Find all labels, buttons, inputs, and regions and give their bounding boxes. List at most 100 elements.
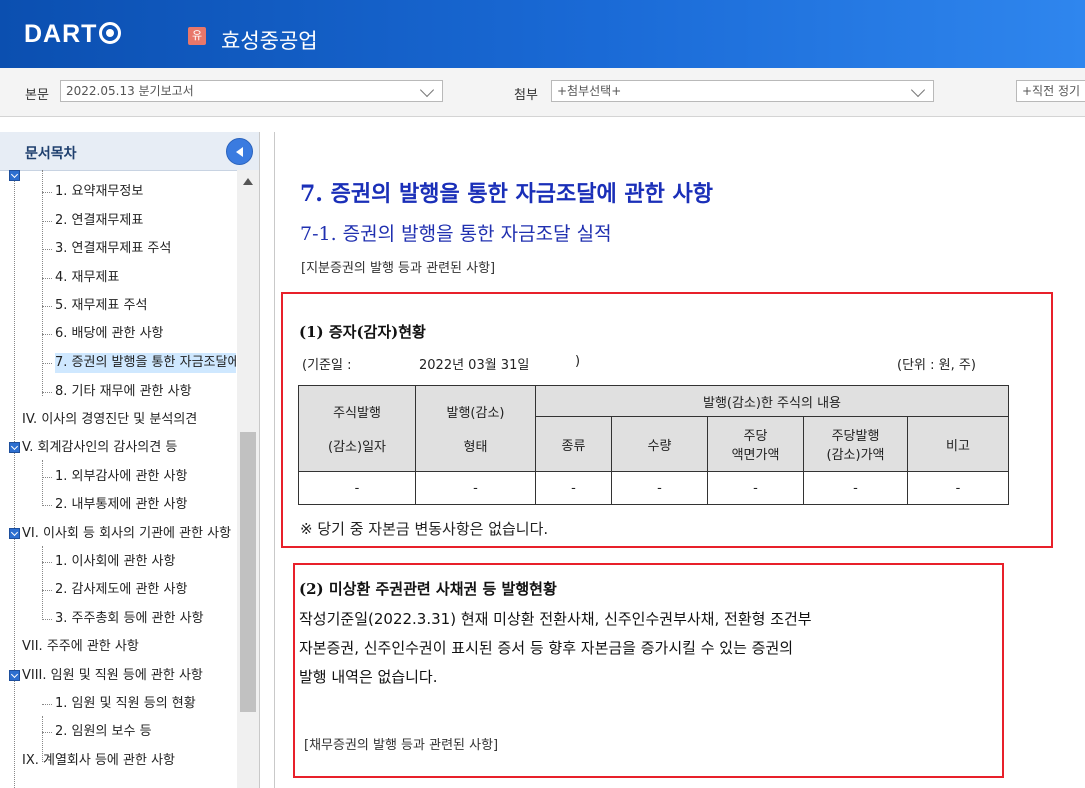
table-cell: - xyxy=(707,471,804,505)
table-cell: - xyxy=(535,471,612,505)
chevron-down-icon xyxy=(910,82,926,98)
chevron-down-icon xyxy=(419,82,435,98)
attachment-label: 첨부 xyxy=(514,88,538,103)
table-row: - - - - - - - xyxy=(298,471,1009,505)
toc-item[interactable]: 3. 연결재무제표 주석 xyxy=(55,239,171,259)
toc-item[interactable]: 6. 배당에 관한 사항 xyxy=(55,324,164,344)
capital-change-title: (1) 증자(감자)현황 xyxy=(299,323,426,341)
toc-item[interactable]: 5. 재무제표 주석 xyxy=(55,296,147,316)
scrollbar-thumb[interactable] xyxy=(240,432,256,712)
main-doc-select[interactable]: 2022.05.13 분기보고서 xyxy=(60,80,443,102)
attachment-select-value: +첨부선택+ xyxy=(557,84,622,98)
convertible-bonds-title: (2) 미상환 주권관련 사채권 등 발행현황 xyxy=(299,580,557,598)
tree-connector xyxy=(42,562,52,563)
toc-item[interactable]: VII. 주주에 관한 사항 xyxy=(22,637,139,657)
capital-change-table: 주식발행 (감소)일자 발행(감소) 형태 발행(감소)한 주식의 내용 종류 수량… xyxy=(298,385,1009,505)
tree-connector xyxy=(42,704,52,705)
table-cell: - xyxy=(803,471,908,505)
col-header-par: 주당 액면가액 xyxy=(707,416,804,472)
tree-connector xyxy=(42,590,52,591)
tree-connector xyxy=(42,732,52,733)
toc-tree: 1. 요약재무정보 2. 연결재무제표 3. 연결재무제표 주석 4. 재무제표… xyxy=(0,170,236,788)
text-line: 발행 내역은 없습니다. xyxy=(299,668,438,686)
tree-connector xyxy=(42,278,52,279)
tree-connector xyxy=(42,221,52,222)
col-header-group: 발행(감소)한 주식의 내용 xyxy=(535,385,1009,417)
tree-connector xyxy=(42,363,52,364)
tree-expand-toggle[interactable] xyxy=(9,670,20,681)
toc-item[interactable]: 8. 기타 재무에 관한 사항 xyxy=(55,382,192,402)
unit-label: (단위 : 원, 주) xyxy=(897,358,976,373)
toc-item-selected[interactable]: 7. 증권의 발행을 통한 자금조달에 관한 사항 xyxy=(55,353,236,373)
col-header-kind: 종류 xyxy=(535,416,612,472)
table-cell: - xyxy=(907,471,1009,505)
dart-logo[interactable]: DART xyxy=(24,20,122,49)
scroll-up-arrow-icon[interactable] xyxy=(243,178,253,185)
base-date-close: ) xyxy=(575,354,581,369)
tree-expand-toggle[interactable] xyxy=(9,442,20,453)
col-header-qty: 수량 xyxy=(611,416,708,472)
tree-connector xyxy=(42,619,52,620)
toc-item[interactable]: IV. 이사의 경영진단 및 분석의견 xyxy=(22,410,236,430)
top-banner: DART 유 효성중공업 xyxy=(0,0,1085,68)
dart-logo-icon xyxy=(99,22,122,44)
toc-item[interactable]: 1. 임원 및 직원 등의 현황 xyxy=(55,694,196,714)
tree-expand-toggle[interactable] xyxy=(9,170,20,181)
toc-item[interactable]: IX. 계열회사 등에 관한 사항 xyxy=(22,751,175,771)
toc-item[interactable]: V. 회계감사인의 감사의견 등 xyxy=(22,438,177,458)
base-date-label: (기준일 : xyxy=(302,358,352,373)
collapse-sidebar-button[interactable] xyxy=(226,138,253,165)
table-of-contents-panel: 문서목차 1. 요약재무정보 2. 연결재무제표 3. 연결재무제표 주석 4.… xyxy=(0,132,260,788)
tree-connector xyxy=(42,505,52,506)
tree-connector xyxy=(42,192,52,193)
table-cell: - xyxy=(298,471,416,505)
toc-item[interactable]: 2. 임원의 보수 등 xyxy=(55,722,152,742)
toc-item[interactable]: 2. 내부통제에 관한 사항 xyxy=(55,495,187,515)
convertible-bonds-text: 작성기준일(2022.3.31) 현재 미상환 전환사채, 신주인수권부사채, … xyxy=(299,605,812,692)
tree-connector xyxy=(42,249,52,250)
toc-item[interactable]: 1. 이사회에 관한 사항 xyxy=(55,552,175,572)
company-name: 효성중공업 xyxy=(221,29,318,53)
base-date-value: 2022년 03월 31일 xyxy=(419,358,530,373)
toc-item[interactable]: 4. 재무제표 xyxy=(55,268,119,288)
toc-item[interactable]: 2. 연결재무제표 xyxy=(55,211,143,231)
toc-item[interactable]: 3. 주주총회 등에 관한 사항 xyxy=(55,609,204,629)
toc-item[interactable]: 1. 외부감사에 관한 사항 xyxy=(55,467,187,487)
main-doc-select-value: 2022.05.13 분기보고서 xyxy=(66,84,194,98)
tree-guide-line xyxy=(42,546,43,620)
text-line: 자본증권, 신주인수권이 표시된 증서 등 향후 자본금을 증가시킬 수 있는 … xyxy=(299,639,794,657)
col-header-note: 비고 xyxy=(907,416,1009,472)
tree-expand-toggle[interactable] xyxy=(9,528,20,539)
equity-subtitle: [지분증권의 발행 등과 관련된 사항] xyxy=(301,261,496,276)
previous-report-select[interactable]: +직전 정기 xyxy=(1016,80,1085,102)
debt-subtitle: [채무증권의 발행 등과 관련된 사항] xyxy=(304,738,499,753)
section-heading: 7. 증권의 발행을 통한 자금조달에 관한 사항 xyxy=(300,181,714,207)
tree-connector xyxy=(42,392,52,393)
toc-item[interactable]: 1. 요약재무정보 xyxy=(55,182,143,202)
tree-connector xyxy=(42,306,52,307)
tree-connector xyxy=(42,334,52,335)
table-cell: - xyxy=(611,471,708,505)
previous-report-select-value: +직전 정기 xyxy=(1022,84,1081,98)
tree-guide-line xyxy=(14,170,15,788)
col-header-price: 주당발행 (감소)가액 xyxy=(803,416,908,472)
tree-connector xyxy=(42,477,52,478)
toc-header: 문서목차 xyxy=(0,132,259,171)
capital-change-note: ※ 당기 중 자본금 변동사항은 없습니다. xyxy=(300,520,549,538)
toc-item[interactable]: 2. 감사제도에 관한 사항 xyxy=(55,580,187,600)
table-cell: - xyxy=(415,471,536,505)
col-header-date: 주식발행 (감소)일자 xyxy=(298,385,416,472)
col-header-type: 발행(감소) 형태 xyxy=(415,385,536,472)
toc-scrollbar[interactable] xyxy=(237,170,259,788)
subsection-heading: 7-1. 증권의 발행을 통한 자금조달 실적 xyxy=(300,223,612,245)
company-type-badge: 유 xyxy=(188,27,206,45)
attachment-select[interactable]: +첨부선택+ xyxy=(551,80,934,102)
toc-title: 문서목차 xyxy=(25,146,77,162)
text-line: 작성기준일(2022.3.31) 현재 미상환 전환사채, 신주인수권부사채, … xyxy=(299,610,812,628)
document-viewer: 7. 증권의 발행을 통한 자금조달에 관한 사항 7-1. 증권의 발행을 통… xyxy=(274,132,1085,788)
tree-guide-line xyxy=(42,460,43,506)
document-toolbar: 본문 2022.05.13 분기보고서 첨부 +첨부선택+ +직전 정기 xyxy=(0,68,1085,117)
main-doc-label: 본문 xyxy=(25,88,49,103)
toc-item[interactable]: VIII. 임원 및 직원 등에 관한 사항 xyxy=(22,666,236,686)
toc-item[interactable]: VI. 이사회 등 회사의 기관에 관한 사항 xyxy=(22,524,236,544)
